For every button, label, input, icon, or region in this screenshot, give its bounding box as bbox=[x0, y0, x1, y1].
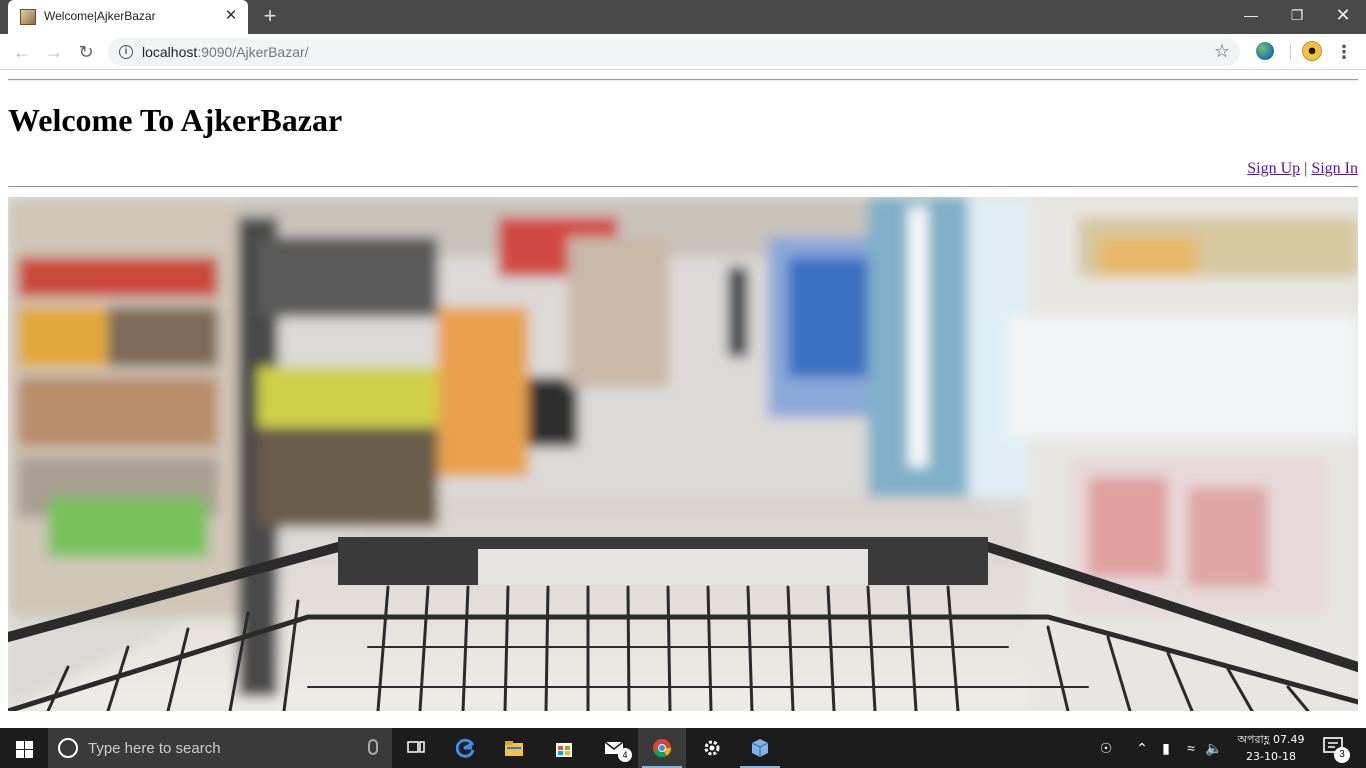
supermarket-cart-illustration bbox=[8, 197, 1358, 711]
gear-icon bbox=[704, 740, 720, 756]
windows-taskbar: Type here to search 4 ☉ ⌃ ▮ ≈ 🔈 অপরাহ্ণ … bbox=[0, 728, 1366, 768]
forward-arrow-icon[interactable]: → bbox=[42, 40, 66, 64]
close-tab-icon[interactable]: ✕ bbox=[222, 7, 240, 25]
extension-globe-icon[interactable] bbox=[1256, 42, 1274, 60]
search-placeholder: Type here to search bbox=[88, 740, 221, 757]
address-bar[interactable]: i localhost:9090/AjkerBazar/ ☆ bbox=[108, 38, 1240, 66]
windows-logo-icon bbox=[25, 750, 33, 758]
taskbar-search-input[interactable]: Type here to search bbox=[48, 728, 392, 768]
show-hidden-icons-chevron-icon[interactable]: ⌃ bbox=[1132, 728, 1152, 768]
app-button[interactable] bbox=[736, 728, 784, 768]
windows-logo-icon bbox=[25, 741, 33, 749]
people-icon[interactable]: ☉ bbox=[1094, 728, 1118, 768]
edge-button[interactable] bbox=[442, 728, 490, 768]
start-button[interactable] bbox=[0, 728, 48, 768]
task-view-button[interactable] bbox=[392, 728, 440, 768]
back-arrow-icon[interactable]: ← bbox=[10, 40, 34, 64]
store-icon bbox=[556, 743, 572, 757]
link-separator: | bbox=[1304, 160, 1308, 177]
cube-app-icon bbox=[751, 739, 769, 757]
windows-logo-icon bbox=[16, 750, 24, 758]
battery-icon[interactable]: ▮ bbox=[1156, 728, 1176, 768]
reload-icon[interactable]: ↻ bbox=[74, 40, 98, 64]
edge-icon bbox=[456, 738, 475, 758]
chrome-button[interactable] bbox=[638, 728, 686, 768]
new-tab-button[interactable]: + bbox=[258, 5, 282, 29]
hero-image bbox=[8, 197, 1358, 711]
site-favicon-icon bbox=[20, 9, 36, 25]
system-clock[interactable]: অপরাহ্ণ 07.49 23-10-18 bbox=[1226, 731, 1316, 765]
folder-icon bbox=[505, 741, 523, 756]
top-rule bbox=[8, 79, 1358, 81]
auth-links: Sign Up | Sign In bbox=[1247, 160, 1358, 178]
mail-count-badge: 4 bbox=[618, 748, 632, 762]
page-title: Welcome To AjkerBazar bbox=[8, 102, 343, 138]
clock-time: অপরাহ্ণ 07.49 bbox=[1237, 733, 1305, 746]
close-window-button[interactable]: ✕ bbox=[1320, 0, 1366, 30]
bookmark-star-icon[interactable]: ☆ bbox=[1214, 41, 1230, 62]
site-info-icon[interactable]: i bbox=[119, 45, 133, 59]
browser-tab-strip: Welcome|AjkerBazar ✕ + — ❐ ✕ bbox=[0, 0, 1366, 34]
windows-logo-icon bbox=[16, 741, 24, 749]
tab-title: Welcome|AjkerBazar bbox=[44, 9, 156, 23]
browser-toolbar: ← → ↻ i localhost:9090/AjkerBazar/ ☆ ☻ ⋮ bbox=[0, 34, 1366, 70]
mail-button[interactable]: 4 bbox=[590, 728, 638, 768]
microphone-icon[interactable] bbox=[368, 739, 378, 755]
cortana-icon bbox=[58, 738, 78, 758]
sign-up-link[interactable]: Sign Up bbox=[1247, 160, 1300, 177]
url-text[interactable]: localhost:9090/AjkerBazar/ bbox=[142, 44, 309, 60]
toolbar-divider bbox=[1290, 44, 1291, 60]
volume-icon[interactable]: 🔈 bbox=[1204, 728, 1224, 768]
file-explorer-button[interactable] bbox=[490, 728, 538, 768]
header-rule bbox=[8, 186, 1358, 188]
sign-in-link[interactable]: Sign In bbox=[1311, 160, 1358, 177]
web-page: Welcome To AjkerBazar Sign Up | Sign In bbox=[0, 70, 1366, 728]
browser-tab-active[interactable]: Welcome|AjkerBazar ✕ bbox=[8, 0, 248, 34]
url-host: localhost bbox=[142, 44, 198, 60]
restore-button[interactable]: ❐ bbox=[1274, 0, 1320, 30]
settings-button[interactable] bbox=[688, 728, 736, 768]
chrome-icon bbox=[653, 739, 671, 758]
notification-count-badge: 3 bbox=[1334, 747, 1350, 763]
chrome-menu-icon[interactable]: ⋮ bbox=[1334, 40, 1354, 64]
clock-date: 23-10-18 bbox=[1246, 750, 1296, 763]
url-path: :9090/AjkerBazar/ bbox=[197, 44, 309, 60]
minimize-button[interactable]: — bbox=[1228, 0, 1274, 30]
task-view-icon bbox=[407, 741, 425, 753]
wifi-icon[interactable]: ≈ bbox=[1180, 728, 1202, 768]
profile-avatar-icon[interactable]: ☻ bbox=[1302, 41, 1322, 61]
store-button[interactable] bbox=[540, 728, 588, 768]
